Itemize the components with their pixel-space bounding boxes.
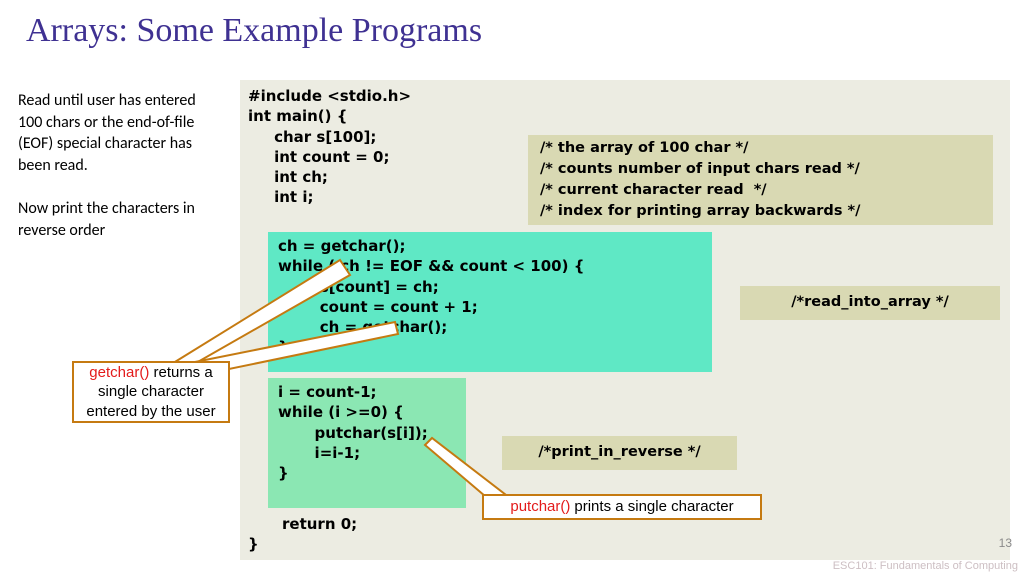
callout-getchar-line: getchar() returns a single character ent… <box>80 363 222 422</box>
putchar-txt: prints a single character <box>574 497 733 517</box>
getchar-fn: getchar() <box>89 364 149 381</box>
page-number: 13 <box>999 536 1012 550</box>
putchar-fn: putchar() <box>510 497 570 517</box>
callout-arrows <box>0 0 1024 576</box>
callout-getchar: getchar() returns a single character ent… <box>72 361 230 423</box>
callout-putchar: putchar() prints a single character <box>482 494 762 520</box>
footer-course: ESC101: Fundamentals of Computing <box>833 560 1018 572</box>
